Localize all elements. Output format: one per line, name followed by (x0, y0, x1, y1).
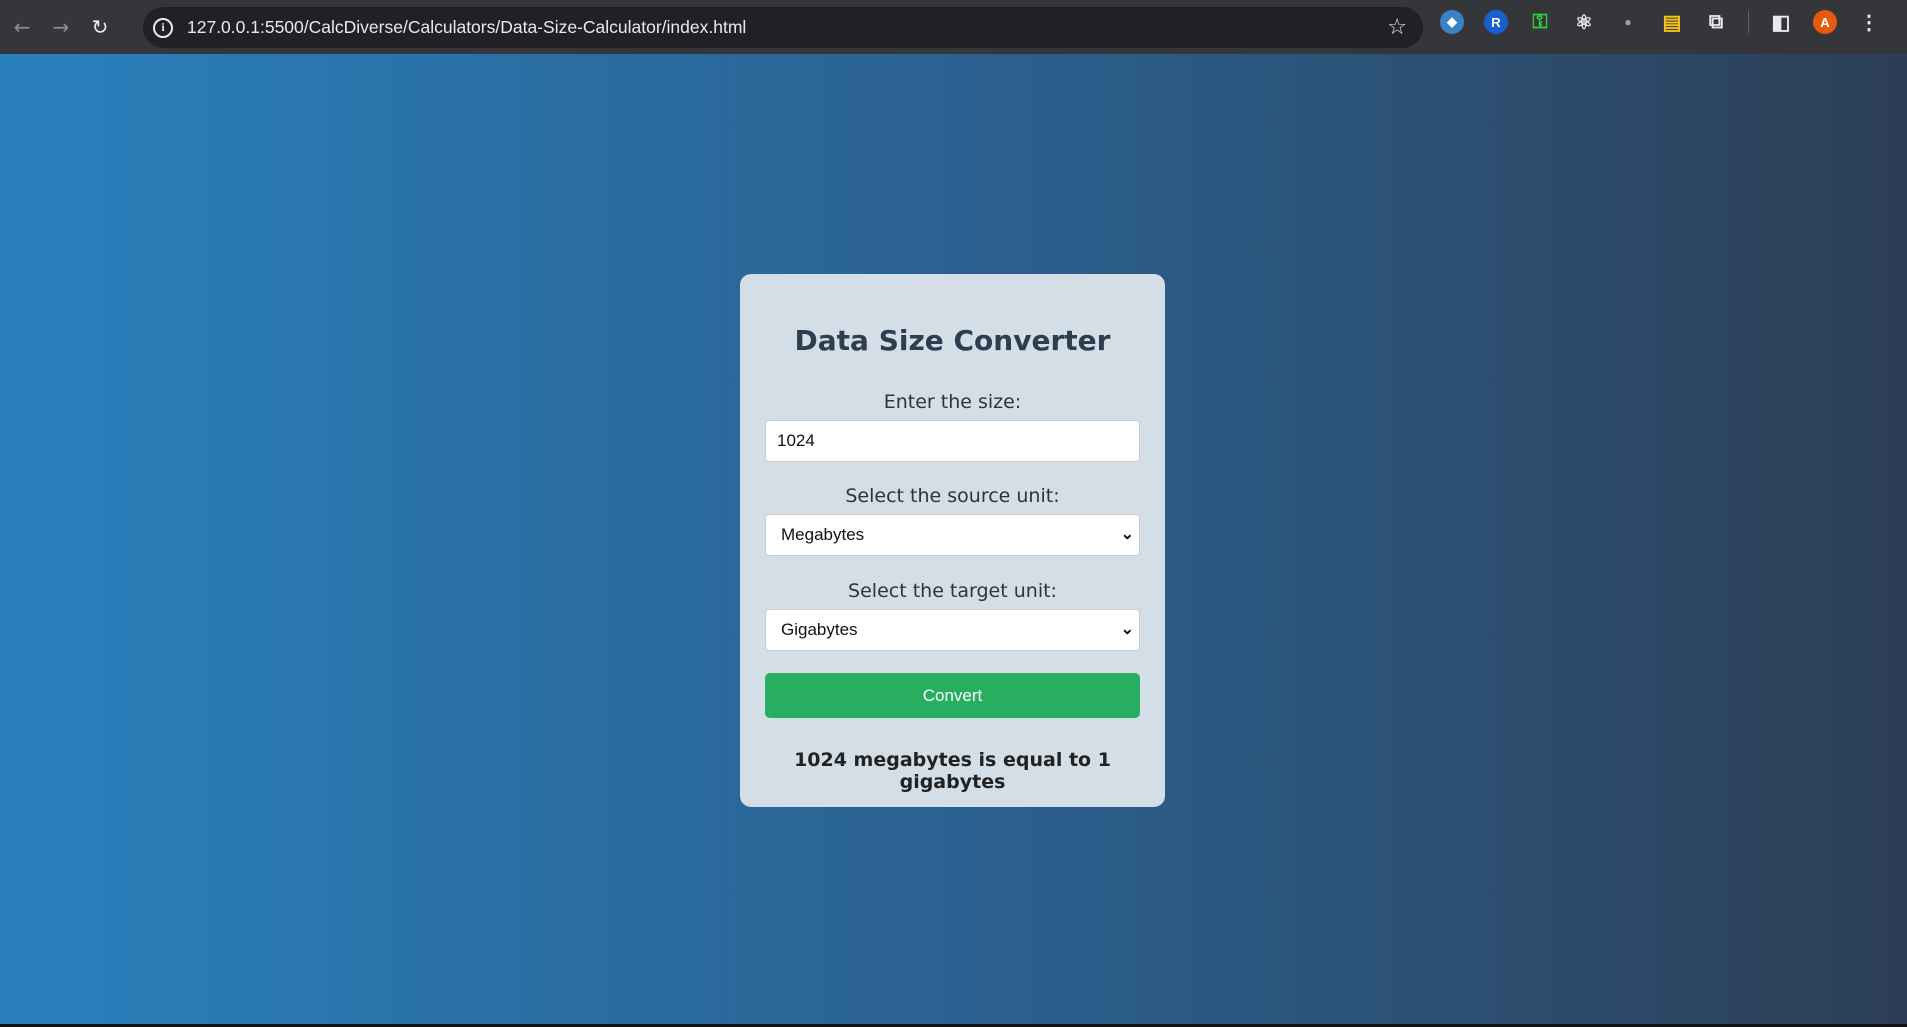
side-panel-icon[interactable]: ◧ (1769, 10, 1793, 34)
chevron-down-icon: ⌄ (1120, 621, 1134, 638)
chevron-down-icon: ⌄ (1120, 526, 1134, 543)
source-unit-label: Select the source unit: (845, 485, 1060, 507)
r-extension-icon[interactable]: R (1484, 10, 1508, 34)
converter-card: Data Size Converter Enter the size: 1024… (740, 274, 1165, 807)
size-label: Enter the size: (883, 391, 1022, 413)
size-input[interactable]: 1024 (765, 420, 1140, 462)
bookmark-star-icon[interactable]: ☆ (1387, 15, 1407, 40)
target-unit-label: Select the target unit: (848, 580, 1057, 602)
source-unit-value: Megabytes (781, 525, 865, 544)
convert-button[interactable]: Convert (765, 673, 1140, 718)
extension-tray: ◆ R ⚿ ⚛ ● ▤ ⧉ ◧ A ⋮ (1440, 10, 1881, 34)
url-text[interactable]: 127.0.0.1:5500/CalcDiverse/Calculators/D… (187, 17, 746, 38)
puzzle-extensions-icon[interactable]: ⧉ (1704, 10, 1728, 34)
folder-extension-icon[interactable]: ▤ (1660, 10, 1684, 34)
lock-extension-icon[interactable]: ⚿ (1528, 10, 1552, 34)
conversion-result: 1024 megabytes is equal to 1 gigabytes (794, 749, 1111, 793)
back-arrow-icon[interactable]: ← (5, 10, 39, 44)
address-bar[interactable]: i 127.0.0.1:5500/CalcDiverse/Calculators… (143, 7, 1423, 48)
react-extension-icon[interactable]: ⚛ (1572, 10, 1596, 34)
source-unit-select[interactable]: Megabytes ⌄ (765, 514, 1140, 556)
shield-extension-icon[interactable]: ◆ (1440, 10, 1464, 34)
toolbar-divider (1748, 11, 1749, 33)
page-background: Data Size Converter Enter the size: 1024… (0, 54, 1907, 1024)
profile-avatar[interactable]: A (1813, 10, 1837, 34)
target-unit-select[interactable]: Gigabytes ⌄ (765, 609, 1140, 651)
page-title: Data Size Converter (794, 324, 1111, 357)
site-info-icon[interactable]: i (153, 17, 173, 38)
browser-menu-icon[interactable]: ⋮ (1857, 10, 1881, 34)
forward-arrow-icon[interactable]: → (44, 10, 78, 44)
reload-icon[interactable]: ↻ (83, 10, 117, 44)
target-unit-value: Gigabytes (781, 620, 858, 639)
browser-toolbar: ← → ↻ i 127.0.0.1:5500/CalcDiverse/Calcu… (0, 0, 1907, 54)
figure-extension-icon[interactable]: ● (1616, 10, 1640, 34)
